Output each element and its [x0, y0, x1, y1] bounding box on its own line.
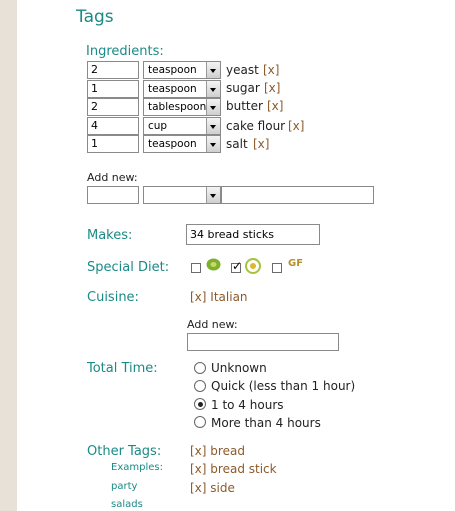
- diet-checkbox-1[interactable]: [191, 263, 201, 273]
- remove-tag-link[interactable]: [x]: [190, 290, 206, 304]
- option-label: 1 to 4 hours: [211, 398, 284, 412]
- unit-value: teaspoon: [148, 138, 197, 150]
- quantity-input[interactable]: 1: [87, 135, 139, 153]
- ingredient-name: salt: [226, 137, 248, 151]
- makes-input[interactable]: 34 bread sticks: [186, 224, 320, 245]
- unit-value: teaspoon: [148, 83, 197, 95]
- chevron-down-icon: [206, 136, 220, 152]
- radio-button[interactable]: [194, 380, 206, 392]
- examples-label: Examples:: [111, 462, 163, 473]
- checkmark-icon: ✓: [232, 259, 243, 273]
- special-diet-label: Special Diet:: [87, 260, 170, 275]
- tag-label: bread stick: [210, 462, 277, 476]
- remove-tag-link[interactable]: [x]: [190, 462, 206, 476]
- remove-ingredient-link[interactable]: [x]: [264, 81, 280, 95]
- remove-tag-link[interactable]: [x]: [190, 444, 206, 458]
- unit-value: teaspoon: [148, 64, 197, 76]
- ingredient-name: butter: [226, 99, 263, 113]
- quantity-input[interactable]: 2: [87, 61, 139, 79]
- other-tags-label: Other Tags:: [87, 444, 162, 459]
- gluten-free-icon: GF: [288, 258, 304, 269]
- side-strip: [0, 0, 17, 511]
- add-new-cuisine-label: Add new:: [187, 318, 238, 331]
- option-label: Quick (less than 1 hour): [211, 379, 356, 393]
- cuisine-label: Cuisine:: [87, 290, 139, 305]
- chevron-down-icon: [206, 81, 220, 97]
- ingredients-label: Ingredients:: [86, 44, 164, 59]
- other-tag[interactable]: [x] side: [190, 481, 235, 495]
- unit-select[interactable]: teaspoon: [143, 80, 221, 98]
- option-label: Unknown: [211, 361, 267, 375]
- unit-select[interactable]: teaspoon: [143, 61, 221, 79]
- cuisine-tag-italian[interactable]: [x] Italian: [190, 290, 248, 304]
- radio-button[interactable]: [194, 362, 206, 374]
- quantity-input[interactable]: 1: [87, 80, 139, 98]
- remove-ingredient-link[interactable]: [x]: [253, 137, 269, 151]
- section-title: Tags: [76, 7, 114, 27]
- total-time-label: Total Time:: [87, 361, 158, 376]
- chevron-down-icon: [206, 99, 220, 115]
- unit-select[interactable]: teaspoon: [143, 135, 221, 153]
- new-unit-select[interactable]: [143, 186, 221, 204]
- tag-label: Italian: [210, 290, 248, 304]
- unit-value: cup: [148, 120, 168, 132]
- radio-button[interactable]: [194, 416, 206, 428]
- leaf-icon: [206, 258, 221, 271]
- radio-dot-icon: [197, 401, 203, 407]
- remove-ingredient-link[interactable]: [x]: [288, 119, 304, 133]
- new-quantity-input[interactable]: [87, 186, 139, 204]
- radio-button-selected[interactable]: [194, 398, 206, 410]
- unit-select[interactable]: cup: [143, 117, 221, 135]
- option-label: More than 4 hours: [211, 416, 321, 430]
- add-new-ingredient-label: Add new:: [87, 171, 138, 184]
- chevron-down-icon: [206, 187, 220, 203]
- quantity-input[interactable]: 4: [87, 117, 139, 135]
- tag-label: bread: [210, 444, 245, 458]
- unit-value: tablespoon: [148, 101, 207, 113]
- diet-checkbox-2[interactable]: ✓: [231, 259, 243, 273]
- ingredient-name: sugar: [226, 81, 260, 95]
- new-cuisine-input[interactable]: [187, 333, 339, 351]
- other-tag[interactable]: [x] bread: [190, 444, 245, 458]
- makes-label: Makes:: [87, 228, 133, 243]
- example-tag[interactable]: salads: [111, 499, 143, 510]
- example-tag[interactable]: party: [111, 481, 137, 492]
- new-ingredient-name-input[interactable]: [221, 186, 374, 204]
- ingredient-name: cake flour: [226, 119, 286, 133]
- chevron-down-icon: [206, 118, 220, 134]
- diet-checkbox-3[interactable]: [272, 263, 282, 273]
- chevron-down-icon: [206, 62, 220, 78]
- daisy-icon: [245, 258, 261, 274]
- remove-ingredient-link[interactable]: [x]: [267, 99, 283, 113]
- ingredient-name: yeast: [226, 63, 259, 77]
- remove-ingredient-link[interactable]: [x]: [263, 63, 279, 77]
- tag-label: side: [210, 481, 235, 495]
- unit-select[interactable]: tablespoon: [143, 98, 221, 116]
- other-tag[interactable]: [x] bread stick: [190, 462, 277, 476]
- remove-tag-link[interactable]: [x]: [190, 481, 206, 495]
- quantity-input[interactable]: 2: [87, 98, 139, 116]
